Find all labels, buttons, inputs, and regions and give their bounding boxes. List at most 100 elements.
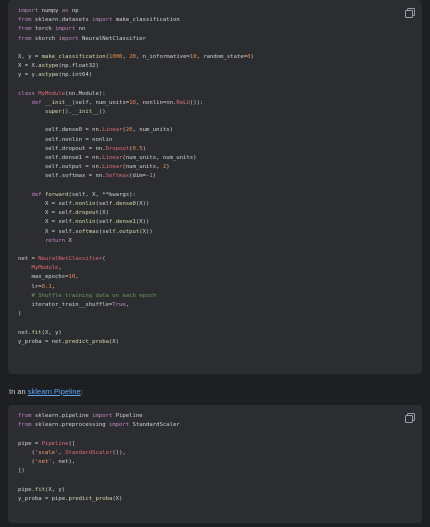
code-token: pipe =: [18, 440, 42, 447]
code-token: ReLU: [176, 99, 190, 106]
code-token: (self, num_units=: [71, 99, 130, 106]
code-token: 10: [189, 53, 197, 60]
code-token: MyModule: [38, 90, 66, 97]
code-line: ]): [18, 467, 180, 476]
code-token: from: [18, 422, 32, 429]
code-token: Dropout: [105, 145, 130, 152]
code-line: from torch import nn: [18, 25, 254, 34]
code-token: Linear: [102, 127, 123, 134]
code-token: def: [31, 191, 42, 198]
code-token: self.nonlin = nonlin: [18, 136, 113, 143]
code-token: ): [152, 173, 157, 180]
code-token: X = self.: [18, 210, 76, 217]
code-token: ().: [61, 109, 72, 116]
code-token: import: [92, 413, 113, 419]
code-token: import: [92, 17, 113, 24]
code-token: StandardScaler: [129, 422, 180, 429]
code-token: X, y =: [18, 53, 42, 60]
code-token: def: [31, 99, 42, 106]
code-line: def forward(self, X, **kwargs):: [18, 191, 254, 200]
code-token: from: [18, 26, 32, 33]
sklearn-pipeline-link[interactable]: sklearn Pipeline: [28, 387, 81, 396]
code-line: X, y = make_classification(1000, 20, n_i…: [18, 53, 254, 62]
code-token: astype: [38, 72, 59, 79]
code-token: self.dense0 = nn.: [18, 127, 103, 134]
code-token: numpy: [38, 8, 62, 14]
code-token: output: [119, 228, 140, 235]
code-token: dense1: [115, 219, 136, 226]
code-token: softmax: [75, 228, 99, 235]
code-content: from sklearn.pipeline import Pipeline fro…: [18, 412, 180, 504]
code-block-skorch-example: import numpy as np from sklearn.datasets …: [8, 0, 422, 374]
code-line: max_epochs=10,: [18, 273, 254, 282]
code-token: X = X.: [18, 63, 39, 70]
prose-suffix: :: [80, 387, 83, 396]
code-token: self.output = nn.: [18, 164, 103, 171]
code-token: (np.float32): [58, 63, 99, 70]
code-token: nn: [75, 26, 86, 33]
code-token: (dim=-: [129, 173, 150, 180]
copy-icon[interactable]: [404, 409, 416, 423]
code-token: astype: [38, 63, 59, 70]
code-line: pipe = Pipeline([: [18, 440, 180, 449]
code-line: class MyModule(nn.Module):: [18, 90, 254, 99]
code-token: ): [18, 311, 22, 318]
code-line: net = NeuralNetClassifier(: [18, 255, 254, 264]
code-token: True: [112, 302, 126, 308]
code-token: X = self.: [18, 228, 76, 235]
code-token: self.dropout = nn.: [18, 145, 106, 152]
code-token: net.: [18, 329, 32, 336]
code-token: (np.int64): [58, 72, 93, 79]
code-line: X = self.nonlin(self.dense0(X)): [18, 200, 254, 209]
code-token: (X)): [139, 228, 153, 235]
code-token: forward: [44, 191, 69, 198]
code-token: make_classification: [41, 53, 106, 60]
code-token: import: [58, 35, 79, 42]
code-token: (X): [98, 210, 109, 217]
code-line: self.dropout = nn.Dropout(0.5): [18, 145, 254, 154]
code-token: iterator_train__shuffle=: [18, 302, 113, 308]
code-token: sklearn.datasets: [31, 17, 93, 24]
code-line: from sklearn.preprocessing import Standa…: [18, 421, 180, 430]
code-token: 0.5: [132, 145, 143, 152]
code-token: sklearn.preprocessing: [31, 422, 109, 429]
code-line: lr=0.1,: [18, 283, 254, 292]
code-token: __init__: [44, 99, 72, 106]
code-token: ()),: [112, 449, 126, 456]
code-token: Pipeline: [41, 440, 69, 447]
code-line: # Shuffle training data on each epoch: [18, 292, 254, 301]
code-token: (X, y): [41, 329, 62, 336]
code-token: (X): [108, 338, 120, 345]
code-token: (nn.Module):: [65, 90, 106, 97]
code-token: 20: [125, 127, 133, 134]
code-line: self.softmax = nn.Softmax(dim=-1): [18, 172, 254, 181]
code-token: dense0: [115, 200, 136, 207]
copy-icon[interactable]: [404, 4, 416, 18]
code-line: def __init__(self, num_units=10, nonlin=…: [18, 99, 254, 108]
code-token: 'scale': [34, 449, 59, 456]
code-token: import: [55, 26, 76, 33]
code-token: (X)): [135, 200, 150, 207]
code-token: torch: [31, 26, 56, 33]
code-token: ): [142, 145, 146, 152]
code-token: ): [250, 53, 254, 60]
code-token: (num_units,: [122, 164, 163, 171]
code-line: y_proba = net.predict_proba(X): [18, 338, 254, 347]
code-token: Linear: [102, 164, 123, 171]
code-line: net.fit(X, y): [18, 329, 254, 338]
code-token: sklearn.pipeline: [31, 413, 93, 419]
code-token: (self.: [98, 228, 120, 235]
code-line: ('scale', StandardScaler()),: [18, 449, 180, 458]
code-token: Linear: [102, 155, 123, 161]
code-line: y_proba = pipe.predict_proba(X): [18, 495, 180, 504]
code-token: ,: [125, 302, 130, 308]
code-line: pipe.fit(X, y): [18, 486, 180, 495]
